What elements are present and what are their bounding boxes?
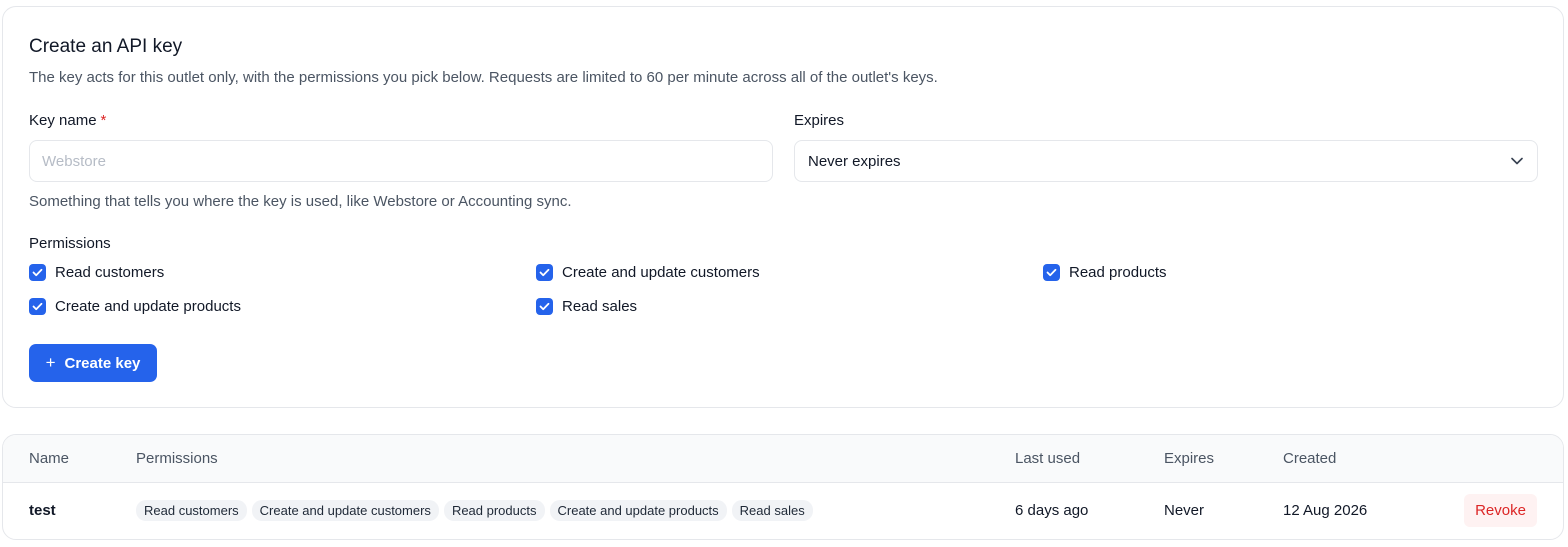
checkbox-checked-icon[interactable] — [536, 264, 553, 281]
expires-select-value: Never expires — [808, 152, 901, 170]
permission-label: Read customers — [55, 264, 165, 281]
permission-chip: Read products — [443, 500, 545, 521]
create-key-button[interactable]: + Create key — [29, 344, 157, 382]
form-title: Create an API key — [29, 36, 183, 57]
table-header: Name Permissions Last used Expires Creat… — [3, 435, 1563, 483]
api-keys-table: Name Permissions Last used Expires Creat… — [2, 434, 1564, 540]
checkbox-checked-icon[interactable] — [29, 264, 46, 281]
permission-read-products[interactable]: Read products — [1043, 264, 1167, 281]
permission-chip: Create and update customers — [251, 500, 439, 521]
permission-chip: Read customers — [136, 500, 247, 521]
permission-create-update-products[interactable]: Create and update products — [29, 298, 241, 315]
key-name-label-text: Key name — [29, 112, 97, 129]
column-header-name: Name — [29, 450, 70, 467]
permission-label: Read products — [1069, 264, 1167, 281]
create-api-key-card: Create an API key The key acts for this … — [2, 6, 1564, 408]
permission-label: Create and update customers — [562, 264, 760, 281]
expires-select[interactable]: Never expires — [794, 140, 1538, 182]
column-header-expires: Expires — [1164, 450, 1215, 467]
create-key-button-label: Create key — [64, 354, 141, 372]
permission-chip: Read sales — [731, 500, 813, 521]
permission-label: Create and update products — [55, 298, 241, 315]
checkbox-checked-icon[interactable] — [536, 298, 553, 315]
plus-icon: + — [45, 352, 56, 372]
last-used-cell: 6 days ago — [1015, 502, 1089, 519]
permission-read-customers[interactable]: Read customers — [29, 264, 164, 281]
created-cell: 12 Aug 2026 — [1283, 502, 1368, 519]
permission-read-sales[interactable]: Read sales — [536, 298, 637, 315]
checkbox-checked-icon[interactable] — [29, 298, 46, 315]
key-name-input[interactable] — [29, 140, 773, 182]
column-header-last-used: Last used — [1015, 450, 1081, 467]
column-header-permissions: Permissions — [136, 450, 218, 467]
permission-create-update-customers[interactable]: Create and update customers — [536, 264, 760, 281]
chevron-down-icon — [1510, 154, 1524, 168]
column-header-created: Created — [1283, 450, 1337, 467]
form-description: The key acts for this outlet only, with … — [29, 69, 938, 86]
key-name-hint: Something that tells you where the key i… — [29, 193, 572, 210]
permission-chips: Read customers Create and update custome… — [136, 500, 813, 521]
permissions-label: Permissions — [29, 235, 111, 252]
permission-chip: Create and update products — [549, 500, 727, 521]
checkbox-checked-icon[interactable] — [1043, 264, 1060, 281]
required-marker: * — [100, 112, 107, 129]
expires-cell: Never — [1164, 502, 1205, 519]
expires-label: Expires — [794, 112, 845, 129]
revoke-button[interactable]: Revoke — [1464, 494, 1537, 527]
permission-label: Read sales — [562, 298, 638, 315]
key-name-cell: test — [29, 502, 56, 519]
key-name-label: Key name * — [29, 112, 106, 129]
